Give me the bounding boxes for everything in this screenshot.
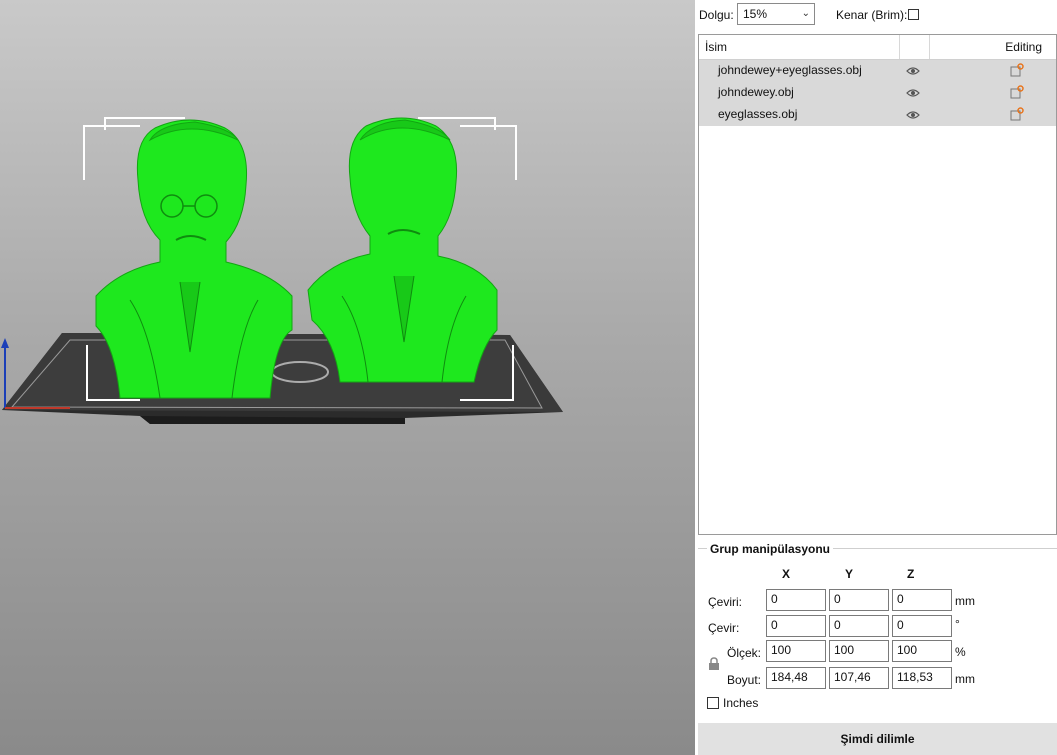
rotation-unit: ° bbox=[955, 617, 960, 631]
column-editing-header[interactable]: Editing bbox=[1005, 40, 1042, 54]
scale-unit: % bbox=[955, 645, 966, 659]
size-label: Boyut: bbox=[727, 673, 762, 687]
rotation-x-field[interactable]: 0 bbox=[766, 615, 826, 637]
scale-y-field[interactable]: 100 bbox=[829, 640, 889, 662]
edit-settings-icon[interactable] bbox=[1010, 63, 1024, 80]
infill-label: Dolgu: bbox=[699, 8, 734, 22]
scale-x-field[interactable]: 100 bbox=[766, 640, 826, 662]
slice-now-button[interactable]: Şimdi dilimle bbox=[698, 723, 1057, 755]
list-item[interactable]: eyeglasses.obj bbox=[699, 104, 1056, 126]
chevron-down-icon: ⌄ bbox=[801, 8, 810, 19]
settings-panel: Dolgu: 15% ⌄ Kenar (Brim): İsim Editing … bbox=[695, 0, 1057, 755]
list-item[interactable]: johndewey+eyeglasses.obj bbox=[699, 60, 1056, 82]
lock-icon[interactable] bbox=[708, 657, 720, 674]
inches-label: Inches bbox=[723, 696, 759, 710]
object-name: johndewey+eyeglasses.obj bbox=[718, 63, 862, 77]
inches-checkbox[interactable] bbox=[707, 697, 719, 709]
axis-x-label: X bbox=[782, 567, 791, 581]
column-divider bbox=[929, 35, 930, 59]
position-z-field[interactable]: 0 bbox=[892, 589, 952, 611]
position-x-field[interactable]: 0 bbox=[766, 589, 826, 611]
rotation-z-field[interactable]: 0 bbox=[892, 615, 952, 637]
scene-canvas[interactable] bbox=[0, 0, 695, 755]
list-item[interactable]: johndewey.obj bbox=[699, 82, 1056, 104]
size-z-field[interactable]: 118,53 bbox=[892, 667, 952, 689]
group-manipulation: Grup manipülasyonu X Y Z Çeviri: 0 0 0 m… bbox=[698, 542, 1057, 719]
position-label: Çeviri: bbox=[708, 595, 743, 609]
object-name: johndewey.obj bbox=[718, 85, 794, 99]
group-manipulation-title: Grup manipülasyonu bbox=[707, 542, 834, 556]
scale-z-field[interactable]: 100 bbox=[892, 640, 952, 662]
size-unit: mm bbox=[955, 672, 975, 686]
eye-icon[interactable] bbox=[906, 87, 920, 101]
object-list-header: İsim Editing bbox=[699, 35, 1056, 60]
eye-icon[interactable] bbox=[906, 109, 920, 123]
3d-viewport[interactable] bbox=[0, 0, 695, 755]
object-name: eyeglasses.obj bbox=[718, 107, 798, 121]
brim-label: Kenar (Brim): bbox=[836, 8, 908, 22]
size-x-field[interactable]: 184,48 bbox=[766, 667, 826, 689]
edit-settings-icon[interactable] bbox=[1010, 85, 1024, 102]
axis-z-label: Z bbox=[907, 567, 915, 581]
axis-y-label: Y bbox=[845, 567, 854, 581]
scale-label: Ölçek: bbox=[727, 646, 762, 660]
size-y-field[interactable]: 107,46 bbox=[829, 667, 889, 689]
model-bust[interactable] bbox=[307, 117, 498, 383]
position-y-field[interactable]: 0 bbox=[829, 589, 889, 611]
edit-settings-icon[interactable] bbox=[1010, 107, 1024, 124]
position-unit: mm bbox=[955, 594, 975, 608]
rotation-y-field[interactable]: 0 bbox=[829, 615, 889, 637]
brim-checkbox[interactable] bbox=[908, 9, 919, 20]
infill-select[interactable]: 15% ⌄ bbox=[737, 3, 815, 25]
column-divider bbox=[899, 35, 900, 59]
column-name-header[interactable]: İsim bbox=[705, 40, 727, 54]
model-bust-with-eyeglasses[interactable] bbox=[95, 119, 293, 399]
eye-icon[interactable] bbox=[906, 65, 920, 79]
object-list[interactable]: İsim Editing johndewey+eyeglasses.obj jo… bbox=[698, 34, 1057, 535]
infill-value: 15% bbox=[743, 7, 768, 21]
rotation-label: Çevir: bbox=[708, 621, 740, 635]
print-settings-bar: Dolgu: 15% ⌄ Kenar (Brim): bbox=[695, 0, 1057, 32]
